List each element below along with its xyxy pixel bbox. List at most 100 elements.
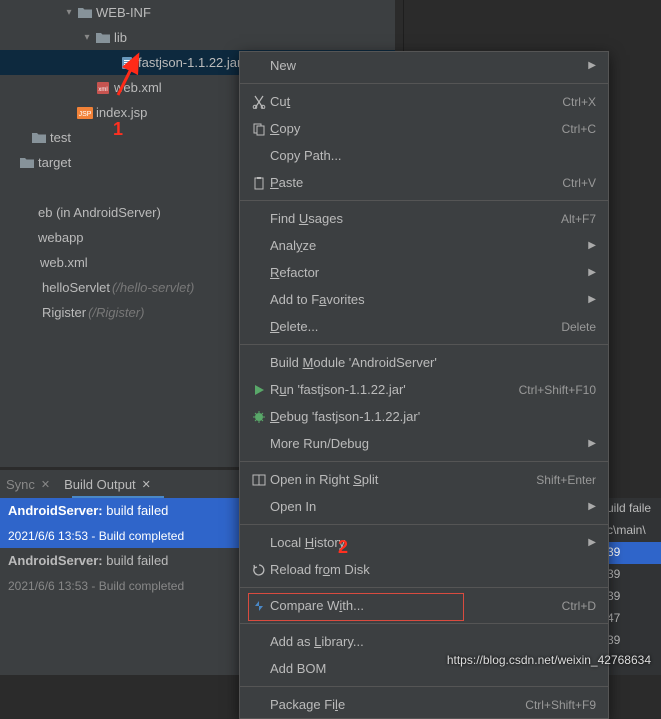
menu-item-build-module-androidserver[interactable]: Build Module 'AndroidServer' [240,349,608,376]
menu-item-cut[interactable]: CutCtrl+X [240,88,608,115]
menu-item-refactor[interactable]: Refactor▶ [240,259,608,286]
paste-icon [248,176,270,190]
tree-row[interactable]: ▾ WEB-INF [0,0,395,25]
right-status-item: 39 [601,630,661,652]
menu-item-open-in-right-split[interactable]: Open in Right SplitShift+Enter [240,466,608,493]
submenu-arrow-icon: ▶ [588,267,596,278]
menu-item-debug-fastjson-1-1-22-jar[interactable]: Debug 'fastjson-1.1.22.jar' [240,403,608,430]
menu-item-open-in[interactable]: Open In▶ [240,493,608,520]
menu-item-label: Package File [270,697,525,712]
tree-item-label: WEB-INF [96,5,151,20]
right-status-item: 39 [601,564,661,586]
tree-item-label: eb (in AndroidServer) [38,205,161,220]
status-title: AndroidServer: build failed [8,503,168,518]
right-status-item: 39 [601,586,661,608]
bottom-tabs[interactable]: Sync ✕ Build Output ✕ [0,470,240,498]
menu-item-run-fastjson-1-1-22-jar[interactable]: Run 'fastjson-1.1.22.jar'Ctrl+Shift+F10 [240,376,608,403]
run-icon [248,383,270,397]
status-row[interactable]: AndroidServer: build failed [0,548,240,573]
menu-item-copy-path[interactable]: Copy Path... [240,142,608,169]
menu-shortcut: Alt+F7 [561,212,596,226]
menu-item-label: Reload from Disk [270,562,596,577]
menu-separator [240,461,608,462]
annotation-num-1: 1 [113,119,123,140]
status-sub-row: 2021/6/6 13:53 - Build completed [0,573,240,598]
status-timestamp: 2021/6/6 13:53 - Build completed [8,579,184,593]
menu-item-find-usages[interactable]: Find UsagesAlt+F7 [240,205,608,232]
menu-shortcut: Ctrl+X [562,95,596,109]
menu-item-more-run-debug[interactable]: More Run/Debug▶ [240,430,608,457]
tab-label: Build Output [64,477,136,492]
menu-shortcut: Shift+Enter [536,473,596,487]
menu-item-label: Paste [270,175,562,190]
chevron-icon[interactable]: ▾ [62,7,76,18]
menu-item-label: Find Usages [270,211,561,226]
submenu-arrow-icon: ▶ [588,240,596,251]
tab-label: Sync [6,477,35,492]
tree-item-label: target [38,155,71,170]
arrow-annotation-1 [90,40,150,100]
tab-sync[interactable]: Sync ✕ [6,477,50,492]
tab-build-output[interactable]: Build Output ✕ [64,477,151,492]
submenu-arrow-icon: ▶ [588,438,596,449]
submenu-arrow-icon: ▶ [588,501,596,512]
tree-item-label: index.jsp [96,105,147,120]
tree-item-label: web.xml [40,255,88,270]
menu-shortcut: Ctrl+D [562,599,596,613]
menu-item-paste[interactable]: PasteCtrl+V [240,169,608,196]
menu-item-label: Analyze [270,238,588,253]
close-icon[interactable]: ✕ [41,478,50,491]
submenu-arrow-icon: ▶ [588,294,596,305]
menu-item-copy[interactable]: CopyCtrl+C [240,115,608,142]
right-status-item: uild faile [601,498,661,520]
menu-item-label: Refactor [270,265,588,280]
menu-separator [240,344,608,345]
tree-item-label: helloServlet [42,280,110,295]
copy-icon [248,122,270,136]
split-icon [248,473,270,487]
cut-icon [248,95,270,109]
menu-item-reload-from-disk[interactable]: Reload from Disk [240,556,608,583]
right-status-item: c\main\ [601,520,661,542]
menu-item-label: Add to Favorites [270,292,588,307]
menu-item-delete[interactable]: Delete...Delete [240,313,608,340]
right-status-item: 47 [601,608,661,630]
submenu-arrow-icon: ▶ [588,60,596,71]
tree-item-label: webapp [38,230,84,245]
right-status: uild failec\main\3939394739 [601,498,661,675]
menu-item-new[interactable]: New▶ [240,52,608,79]
tree-row[interactable]: ▾lib [0,25,395,50]
tree-item-label: test [50,130,71,145]
status-sub-row: 2021/6/6 13:53 - Build completed [0,523,240,548]
menu-shortcut: Ctrl+Shift+F9 [525,698,596,712]
close-icon[interactable]: ✕ [142,478,151,491]
menu-item-add-as-library[interactable]: Add as Library... [240,628,608,655]
context-menu[interactable]: New▶CutCtrl+XCopyCtrl+CCopy Path...Paste… [239,51,609,719]
debug-icon [248,410,270,424]
menu-separator [240,623,608,624]
menu-item-label: Open In [270,499,588,514]
menu-item-local-history[interactable]: Local History▶ [240,529,608,556]
menu-separator [240,686,608,687]
submenu-arrow-icon: ▶ [588,537,596,548]
menu-separator [240,83,608,84]
annotation-num-2: 2 [338,537,348,558]
menu-item-label: Cut [270,94,562,109]
menu-item-add-to-favorites[interactable]: Add to Favorites▶ [240,286,608,313]
menu-item-package-file[interactable]: Package FileCtrl+Shift+F9 [240,691,608,718]
status-title: AndroidServer: build failed [8,553,168,568]
menu-item-label: Copy [270,121,562,136]
menu-shortcut: Delete [561,320,596,334]
menu-item-compare-with[interactable]: Compare With...Ctrl+D [240,592,608,619]
folder-icon [76,7,94,19]
status-row[interactable]: AndroidServer: build failed [0,498,240,523]
menu-shortcut: Ctrl+Shift+F10 [519,383,596,397]
menu-item-label: Debug 'fastjson-1.1.22.jar' [270,409,596,424]
menu-item-label: Open in Right Split [270,472,536,487]
menu-shortcut: Ctrl+V [562,176,596,190]
menu-item-label: Add as Library... [270,634,596,649]
menu-item-analyze[interactable]: Analyze▶ [240,232,608,259]
build-status[interactable]: AndroidServer: build failed 2021/6/6 13:5… [0,498,240,675]
reload-icon [248,563,270,577]
menu-item-label: Compare With... [270,598,562,613]
